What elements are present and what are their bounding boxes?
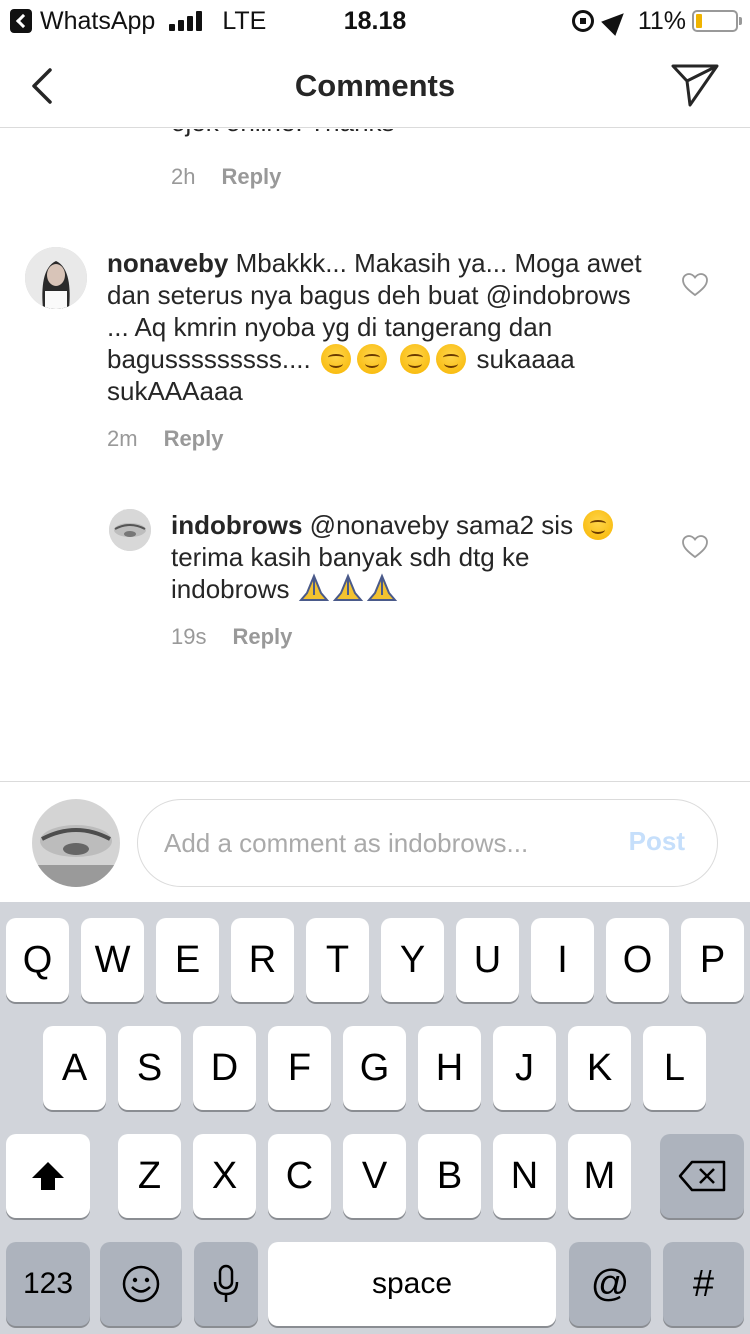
paper-plane-icon[interactable] [670,62,720,108]
comment-time: 19s [171,624,207,649]
heart-icon[interactable] [682,535,708,559]
status-right: 11% [571,6,742,36]
key-m[interactable]: M [568,1134,631,1218]
orientation-lock-icon [571,10,594,32]
smiling-emoji-icon [356,344,387,374]
battery-percent: 11% [637,6,686,35]
key-o[interactable]: O [606,918,669,1002]
reply-button[interactable]: Reply [164,426,224,452]
smiling-emoji-icon [400,344,431,374]
keyboard: Q W E R T Y U I O P A S D F G H J K L Z … [0,902,750,1334]
folded-hands-icon [332,573,363,601]
reply-button[interactable]: Reply [232,624,292,650]
reply-button[interactable]: Reply [221,164,281,190]
folded-hands-icon [298,573,329,601]
avatar[interactable] [109,509,151,551]
key-i[interactable]: I [531,918,594,1002]
comment-username[interactable]: nonaveby [107,248,228,278]
post-button[interactable]: Post [629,826,685,857]
key-k[interactable]: K [568,1026,631,1110]
avatar [32,799,120,887]
shift-key[interactable] [6,1134,90,1218]
comment-time: 2h [171,164,196,189]
shift-icon [32,1162,64,1190]
key-s[interactable]: S [118,1026,181,1110]
key-l[interactable]: L [643,1026,706,1110]
emoji-key[interactable] [100,1242,182,1326]
location-icon [600,6,631,36]
microphone-icon [213,1264,239,1302]
key-w[interactable]: W [81,918,144,1002]
heart-icon[interactable] [682,273,708,297]
key-x[interactable]: X [193,1134,256,1218]
key-t[interactable]: T [306,918,369,1002]
page-title: Comments [294,68,456,103]
key-e[interactable]: E [156,918,219,1002]
smiling-emoji-icon [583,510,614,540]
key-u[interactable]: U [456,918,519,1002]
comment-input-wrapper[interactable]: Post [137,799,718,887]
emoji-icon [122,1265,160,1303]
comment-text-partial: ojek online. Thanks [171,129,395,138]
status-bar: WhatsApp LTE 18.18 11% [0,0,750,42]
key-z[interactable]: Z [118,1134,181,1218]
key-r[interactable]: R [231,918,294,1002]
dictation-key[interactable] [194,1242,258,1326]
comment-username[interactable]: indobrows [171,510,302,540]
key-y[interactable]: Y [381,918,444,1002]
comment-meta: 19s Reply [171,624,292,650]
smiling-emoji-icon [436,344,467,374]
key-a[interactable]: A [43,1026,106,1110]
key-g[interactable]: G [343,1026,406,1110]
comment-time: 2m [107,426,138,451]
comment-input[interactable] [164,822,584,864]
key-d[interactable]: D [193,1026,256,1110]
key-c[interactable]: C [268,1134,331,1218]
hash-key[interactable]: # [663,1242,744,1326]
key-v[interactable]: V [343,1134,406,1218]
key-j[interactable]: J [493,1026,556,1110]
folded-hands-icon [366,573,397,601]
at-key[interactable]: @ [569,1242,651,1326]
backspace-icon [678,1160,726,1192]
comment-meta: 2h Reply [171,164,281,190]
nav-bar: Comments [0,42,750,128]
comment-text: @nonaveby sama2 sis [309,510,574,540]
comment-meta: 2m Reply [107,426,223,452]
comment-composer: Post [0,781,750,902]
comment-body: nonaveby Mbakkk... Makasih ya... Moga aw… [107,247,647,407]
key-q[interactable]: Q [6,918,69,1002]
key-f[interactable]: F [268,1026,331,1110]
key-b[interactable]: B [418,1134,481,1218]
comment-body: indobrows @nonaveby sama2 sis terima kas… [171,509,641,605]
comments-list[interactable]: ojek online. Thanks 2h Reply nonaveby Mb… [0,129,750,780]
space-key[interactable]: space [268,1242,556,1326]
smiling-emoji-icon [320,344,351,374]
backspace-key[interactable] [660,1134,744,1218]
key-h[interactable]: H [418,1026,481,1110]
avatar[interactable] [25,247,87,309]
numbers-key[interactable]: 123 [6,1242,90,1326]
battery-icon [692,10,742,32]
key-p[interactable]: P [681,918,744,1002]
key-n[interactable]: N [493,1134,556,1218]
